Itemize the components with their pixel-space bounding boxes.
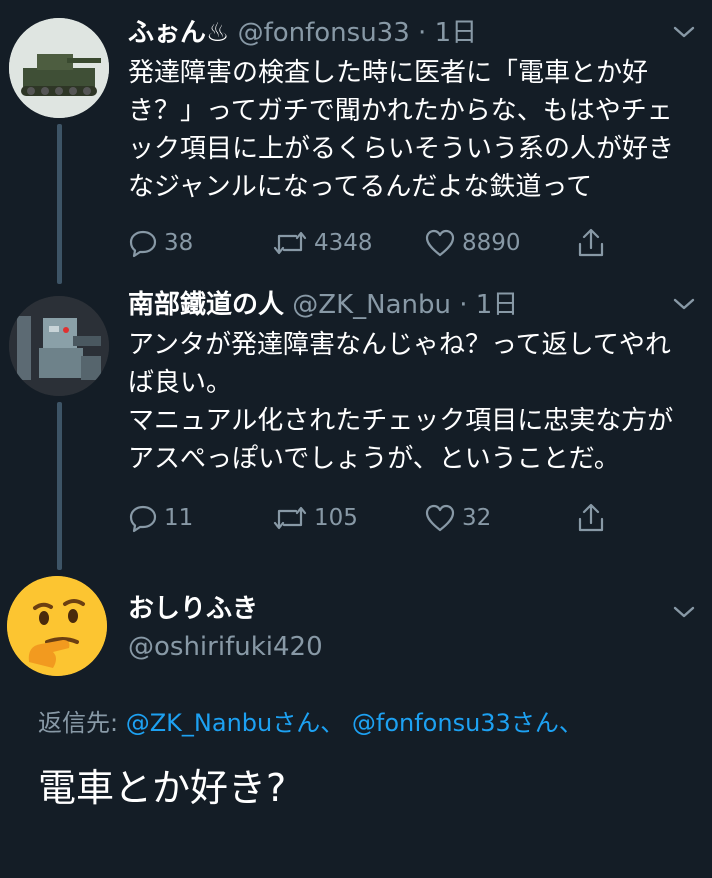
share-button[interactable] — [576, 498, 612, 538]
dot-separator: · — [451, 290, 476, 320]
reply-count: 38 — [164, 230, 194, 256]
action-bar: 38 4348 8890 — [128, 223, 628, 263]
share-button[interactable] — [576, 223, 612, 263]
heart-icon — [425, 504, 455, 532]
reply-compose-text[interactable]: 電車とか好き? — [38, 764, 286, 812]
timestamp[interactable]: 1日 — [435, 18, 478, 48]
reply-count: 11 — [164, 505, 194, 531]
avatar-tweet-2[interactable] — [9, 296, 109, 396]
tweet-1-header: ふぉん♨ @fonfonsu33 · 1日 — [128, 16, 477, 50]
display-name[interactable]: 南部鐵道の人 — [128, 290, 284, 320]
retweet-button[interactable]: 4348 — [272, 223, 373, 263]
retweet-button[interactable]: 105 — [272, 498, 358, 538]
avatar-reply-author[interactable] — [7, 576, 107, 676]
timestamp[interactable]: 1日 — [476, 290, 519, 320]
like-button[interactable]: 8890 — [424, 223, 521, 263]
retweet-icon — [273, 231, 307, 255]
replying-to: 返信先: @ZK_Nanbuさん、 @fonfonsu33さん、 — [38, 708, 583, 738]
retweet-count: 4348 — [314, 230, 373, 256]
mention-suffix: さん、 — [272, 709, 345, 737]
thread-line-1 — [57, 124, 62, 284]
reply-button[interactable]: 11 — [128, 498, 193, 538]
chevron-down-icon[interactable] — [672, 24, 696, 40]
mention-suffix: さん、 — [510, 709, 583, 737]
chevron-down-icon[interactable] — [672, 296, 696, 312]
reply-button[interactable]: 38 — [128, 223, 193, 263]
chevron-down-icon[interactable] — [672, 604, 696, 620]
thread-line-2 — [57, 402, 62, 570]
like-button[interactable]: 32 — [424, 498, 491, 538]
like-count: 8890 — [462, 230, 521, 256]
reply-icon — [129, 505, 157, 533]
user-handle[interactable]: @ZK_Nanbu — [292, 290, 451, 320]
avatar-tweet-1[interactable] — [9, 18, 109, 118]
mention-zk-nanbu[interactable]: @ZK_Nanbuさん、 — [126, 709, 345, 737]
tweet-2-header: 南部鐵道の人 @ZK_Nanbu · 1日 — [128, 288, 518, 322]
tweet-text: 発達障害の検査した時に医者に「電車とか好き？」ってガチで聞かれたからな、もはやチ… — [128, 58, 675, 202]
retweet-count: 105 — [314, 505, 358, 531]
mention-handle[interactable]: @fonfonsu33 — [352, 709, 511, 737]
action-bar: 11 105 32 — [128, 498, 628, 538]
share-icon — [578, 503, 604, 532]
reply-icon — [129, 230, 157, 258]
retweet-icon — [273, 506, 307, 530]
mention-handle[interactable]: @ZK_Nanbu — [126, 709, 273, 737]
user-handle[interactable]: @fonfonsu33 — [238, 18, 410, 48]
display-name[interactable]: おしりふき — [128, 594, 258, 624]
tweet-text: アンタが発達障害なんじゃね？って返してやれば良い。 マニュアル化されたチェック項… — [128, 330, 674, 474]
replying-to-label: 返信先: — [38, 709, 119, 737]
reply-author-name[interactable]: おしりふき — [128, 592, 258, 626]
display-name[interactable]: ふぉん♨ — [128, 18, 229, 48]
like-count: 32 — [462, 505, 492, 531]
dot-separator: · — [409, 18, 435, 48]
heart-icon — [425, 229, 455, 257]
share-icon — [578, 228, 604, 257]
mention-fonfonsu33[interactable]: @fonfonsu33さん、 — [352, 709, 583, 737]
reply-author-handle[interactable]: @oshirifuki420 — [128, 630, 323, 664]
